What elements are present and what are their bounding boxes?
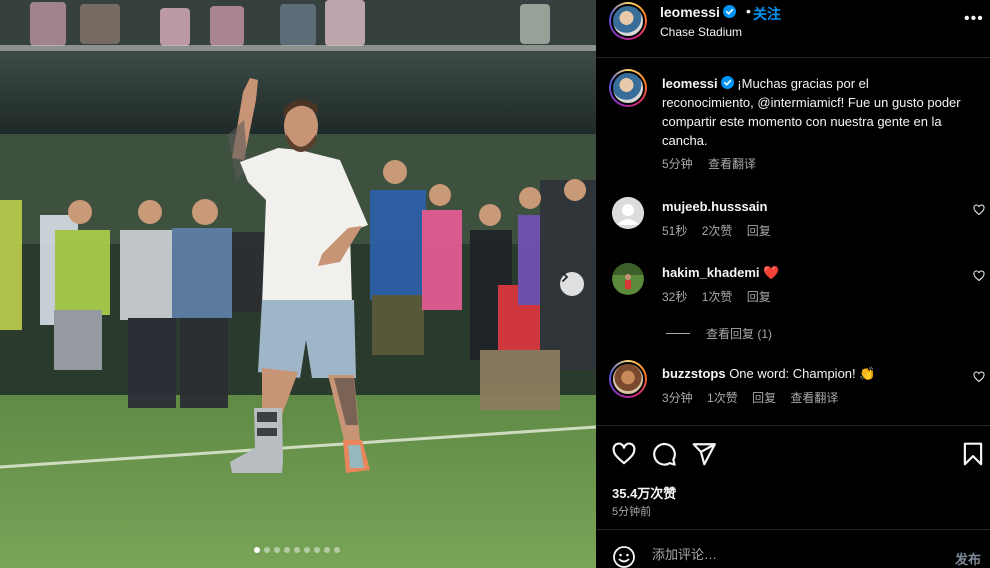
follow-button[interactable]: 关注 — [753, 4, 781, 24]
caption-time: 5分钟 — [662, 157, 693, 171]
add-comment-bar: 发布 — [596, 529, 990, 568]
like-heart-icon[interactable] — [611, 441, 637, 467]
comment-username[interactable]: buzzstops — [662, 366, 726, 381]
header-separator: • — [746, 3, 751, 19]
likes-count[interactable]: 35.4万次赞 — [612, 483, 676, 502]
carousel-dot — [304, 547, 310, 553]
carousel-dot — [294, 547, 300, 553]
comment-reply-button[interactable]: 回复 — [747, 224, 771, 238]
comment-reply-button[interactable]: 回复 — [747, 290, 771, 304]
comment-reply-button[interactable]: 回复 — [752, 391, 776, 405]
post-side-panel: leomessi • 关注 Chase Stadium ••• leomessi… — [596, 0, 990, 568]
comment-username[interactable]: mujeeb.husssain — [662, 199, 767, 214]
comment-item: mujeeb.husssain 51秒 2次赞 回复 — [596, 197, 990, 247]
view-replies-label: 查看回复 (1) — [706, 327, 773, 341]
comment-avatar[interactable] — [612, 197, 644, 229]
carousel-indicator — [254, 547, 340, 553]
comment-like-heart-icon[interactable] — [973, 371, 985, 383]
post-timestamp: 5分钟前 — [612, 506, 652, 518]
verified-badge-icon — [722, 5, 736, 18]
comment-avatar[interactable] — [612, 263, 644, 295]
emoji-icon[interactable] — [612, 545, 636, 568]
caption-meta: 5分钟 查看翻译 — [662, 155, 768, 172]
post-comment-button[interactable]: 发布 — [955, 549, 981, 568]
caption-avatar[interactable] — [609, 69, 647, 107]
comment-time: 3分钟 — [662, 391, 693, 405]
carousel-dot — [254, 547, 260, 553]
caption-translate-link[interactable]: 查看翻译 — [708, 157, 756, 171]
comment-meta: 3分钟 1次赞 回复 查看翻译 — [662, 389, 849, 406]
comment-likes[interactable]: 2次赞 — [702, 224, 733, 238]
comment-avatar[interactable] — [609, 360, 647, 398]
comment-likes[interactable]: 1次赞 — [707, 391, 738, 405]
carousel-dot — [284, 547, 290, 553]
comment-time: 51秒 — [662, 224, 688, 238]
comment-meta: 32秒 1次赞 回复 — [662, 288, 782, 305]
comment-text: One word: Champion! 👏 — [729, 366, 876, 381]
caption-text: leomessi ¡Muchas gracias por el reconoci… — [662, 74, 962, 150]
author-username[interactable]: leomessi — [660, 4, 736, 20]
comment-bubble-icon[interactable] — [651, 441, 677, 467]
caption-username[interactable]: leomessi — [662, 76, 718, 91]
comment-text: ❤️ — [763, 265, 780, 280]
user-photo-avatar — [612, 263, 644, 295]
verified-badge-icon — [720, 76, 734, 89]
comment-content: mujeeb.husssain — [662, 199, 767, 214]
default-avatar-icon — [612, 197, 644, 229]
view-replies-button[interactable]: 查看回复 (1) — [666, 325, 772, 342]
comment-content: hakim_khademi ❤️ — [662, 265, 779, 281]
photo-scene — [0, 0, 596, 568]
carousel-dot — [314, 547, 320, 553]
next-photo-button[interactable] — [560, 272, 584, 296]
comment-content: buzzstops One word: Champion! 👏 — [662, 366, 875, 382]
post-location[interactable]: Chase Stadium — [660, 25, 742, 39]
comment-like-heart-icon[interactable] — [973, 204, 985, 216]
comment-meta: 51秒 2次赞 回复 — [662, 222, 782, 239]
comment-time: 32秒 — [662, 290, 688, 304]
author-avatar[interactable] — [609, 2, 647, 40]
save-bookmark-icon[interactable] — [960, 441, 986, 467]
carousel-dot — [274, 547, 280, 553]
post-photo[interactable] — [0, 0, 596, 568]
comment-item: buzzstops One word: Champion! 👏 3分钟 1次赞 … — [596, 360, 990, 414]
post-actions: 35.4万次赞 5分钟前 — [596, 425, 990, 529]
replies-divider — [666, 333, 690, 334]
comment-item: hakim_khademi ❤️ 32秒 1次赞 回复 — [596, 263, 990, 313]
comment-username[interactable]: hakim_khademi — [662, 265, 760, 280]
comment-likes[interactable]: 1次赞 — [702, 290, 733, 304]
carousel-dot — [264, 547, 270, 553]
carousel-dot — [334, 547, 340, 553]
chevron-right-icon — [562, 272, 568, 282]
comment-like-heart-icon[interactable] — [973, 270, 985, 282]
comment-translate-link[interactable]: 查看翻译 — [790, 391, 838, 405]
post-header: leomessi • 关注 Chase Stadium ••• — [596, 0, 990, 58]
more-options-icon[interactable]: ••• — [964, 10, 984, 28]
share-send-icon[interactable] — [691, 441, 717, 467]
carousel-dot — [324, 547, 330, 553]
comment-input[interactable] — [652, 547, 932, 562]
